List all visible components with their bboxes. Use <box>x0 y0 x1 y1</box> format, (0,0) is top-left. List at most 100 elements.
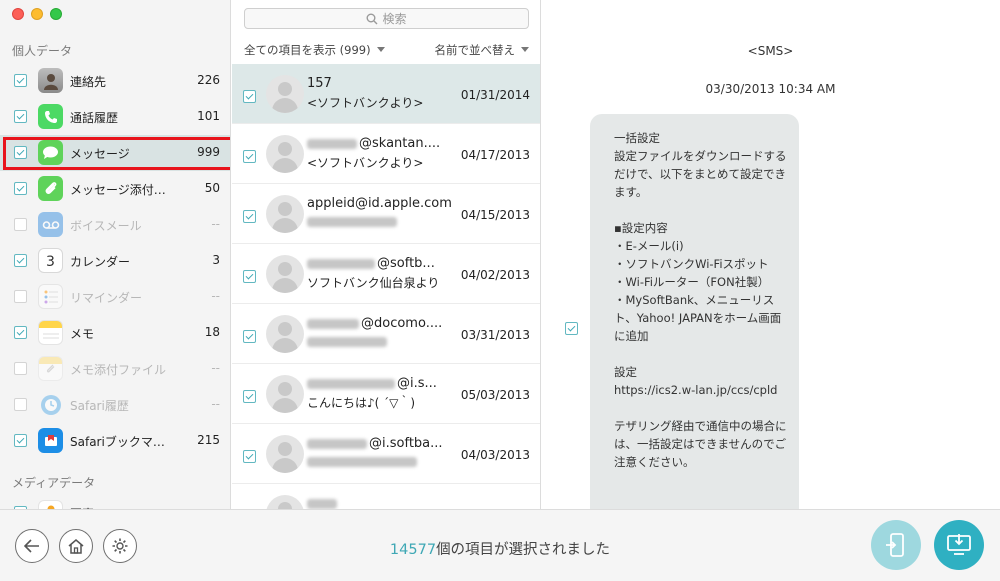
message-attachments-checkbox[interactable] <box>14 182 27 195</box>
message-sender: appleid@id.apple.com <box>307 196 452 211</box>
call-history-checkbox[interactable] <box>14 110 27 123</box>
close-window-button[interactable] <box>12 8 24 20</box>
message-attachment-icon <box>38 176 63 201</box>
sidebar-item-count: -- <box>211 289 220 303</box>
message-detail-pane: <SMS> 03/30/2013 10:34 AM 一括設定 設定ファイルをダウ… <box>541 0 1000 509</box>
message-date: 04/02/2013 <box>460 268 530 282</box>
message-preview: ソフトバンク仙台泉より <box>307 276 440 290</box>
sidebar-item-safari-history[interactable]: Safari履歴 -- <box>0 387 230 423</box>
message-type-label: <SMS> <box>747 44 794 58</box>
sidebar-item-label: メモ <box>70 327 95 341</box>
avatar <box>266 195 304 233</box>
message-checkbox[interactable] <box>243 90 256 103</box>
search-placeholder: 検索 <box>382 12 407 26</box>
phone-icon <box>38 104 63 129</box>
list-item[interactable]: 157 <ソフトバンクより> 01/31/2014 <box>232 64 540 124</box>
sort-dropdown[interactable]: 名前で並べ替え <box>435 42 529 58</box>
message-checkbox[interactable] <box>243 210 256 223</box>
message-sender-text: @skantan.... <box>359 136 441 151</box>
avatar <box>266 435 304 473</box>
selection-status: 14577個の項目が選択されました <box>0 538 1000 559</box>
zoom-window-button[interactable] <box>50 8 62 20</box>
sidebar-item-call-history[interactable]: 通話履歴 101 <box>0 99 230 135</box>
message-date: 05/03/2013 <box>460 388 530 402</box>
sidebar-item-photos[interactable]: 写真 <box>0 495 230 509</box>
avatar <box>266 255 304 293</box>
transfer-to-device-button[interactable] <box>871 520 921 570</box>
search-input[interactable]: 検索 <box>244 8 529 29</box>
message-checkbox[interactable] <box>243 390 256 403</box>
messages-icon <box>38 140 63 165</box>
sidebar-item-count: 226 <box>197 73 220 87</box>
message-checkbox[interactable] <box>243 450 256 463</box>
messages-checkbox[interactable] <box>14 146 27 159</box>
calendar-checkbox[interactable] <box>14 254 27 267</box>
reminders-checkbox[interactable] <box>14 290 27 303</box>
sidebar-item-count: 3 <box>212 253 220 267</box>
sidebar-item-reminders[interactable]: リマインダー -- <box>0 279 230 315</box>
message-checkbox[interactable] <box>243 270 256 283</box>
safari-bookmarks-checkbox[interactable] <box>14 434 27 447</box>
search-icon <box>366 13 378 24</box>
message-date: 01/31/2014 <box>460 88 530 102</box>
message-body: 一括設定 設定ファイルをダウンロードするだけで、以下をまとめて設定できます。 ▪… <box>614 131 787 469</box>
list-item[interactable]: appleid@id.apple.com 04/15/2013 <box>232 184 540 244</box>
notes-icon <box>38 320 63 345</box>
sidebar-item-messages[interactable]: メッセージ 999 <box>0 135 230 171</box>
contacts-checkbox[interactable] <box>14 74 27 87</box>
voicemail-checkbox[interactable] <box>14 218 27 231</box>
redacted-text <box>307 336 387 347</box>
message-preview: <ソフトバンクより> <box>307 96 424 110</box>
sidebar-item-notes[interactable]: メモ 18 <box>0 315 230 351</box>
sidebar-item-label: Safari履歴 <box>70 399 129 413</box>
message-sender-text: @softb... <box>377 256 435 271</box>
message-sender: @i.s... <box>307 376 437 391</box>
redacted-text <box>307 456 417 467</box>
avatar <box>266 135 304 173</box>
notes-checkbox[interactable] <box>14 326 27 339</box>
list-item[interactable] <box>232 484 540 509</box>
redacted-text <box>307 258 375 269</box>
list-item[interactable]: @docomo.... 03/31/2013 <box>232 304 540 364</box>
list-item[interactable]: @softb... ソフトバンク仙台泉より 04/02/2013 <box>232 244 540 304</box>
personal-data-heading: 個人データ <box>12 44 73 58</box>
message-date: 03/31/2013 <box>460 328 530 342</box>
message-sender-text: @i.softba... <box>369 436 443 451</box>
sidebar-item-count: 999 <box>197 145 220 159</box>
sidebar-item-voicemail[interactable]: ボイスメール -- <box>0 207 230 243</box>
sidebar-item-label: メッセージ添付… <box>70 183 166 197</box>
show-all-label: 全ての項目を表示 (999) <box>244 43 371 57</box>
message-bubble: 一括設定 設定ファイルをダウンロードするだけで、以下をまとめて設定できます。 ▪… <box>590 114 799 509</box>
message-bubble-checkbox[interactable] <box>565 322 578 335</box>
list-item[interactable]: @i.s... こんにちは♪( ´▽｀) 05/03/2013 <box>232 364 540 424</box>
message-sender: @skantan.... <box>307 136 440 151</box>
sidebar-item-label: メッセージ <box>70 147 130 161</box>
minimize-window-button[interactable] <box>31 8 43 20</box>
photos-icon <box>38 500 63 509</box>
message-sender: 157 <box>307 76 332 91</box>
show-all-dropdown[interactable]: 全ての項目を表示 (999) <box>244 42 385 58</box>
sidebar-item-label: ボイスメール <box>70 219 142 233</box>
sidebar-item-label: 連絡先 <box>70 75 107 89</box>
sidebar-item-safari-bookmarks[interactable]: Safariブックマ… 215 <box>0 423 230 459</box>
sidebar-item-notes-attachments[interactable]: メモ添付ファイル -- <box>0 351 230 387</box>
sidebar-item-calendar[interactable]: 3 カレンダー 3 <box>0 243 230 279</box>
sidebar-item-message-attachments[interactable]: メッセージ添付… 50 <box>0 171 230 207</box>
list-item[interactable]: @skantan.... <ソフトバンクより> 04/17/2013 <box>232 124 540 184</box>
avatar <box>266 75 304 113</box>
list-item[interactable]: @i.softba... 04/03/2013 <box>232 424 540 484</box>
reminders-icon <box>38 284 63 309</box>
sidebar-item-count: -- <box>211 397 220 411</box>
message-checkbox[interactable] <box>243 150 256 163</box>
message-sender: @softb... <box>307 256 435 271</box>
sidebar-item-count: 215 <box>197 433 220 447</box>
notes-attachments-checkbox[interactable] <box>14 362 27 375</box>
message-checkbox[interactable] <box>243 330 256 343</box>
message-sender: @docomo.... <box>307 316 442 331</box>
safari-history-checkbox[interactable] <box>14 398 27 411</box>
transfer-to-computer-button[interactable] <box>934 520 984 570</box>
redacted-text <box>307 498 337 509</box>
message-preview <box>307 454 419 468</box>
sidebar-item-contacts[interactable]: 連絡先 226 <box>0 63 230 99</box>
footer-bar: 14577個の項目が選択されました <box>0 509 1000 581</box>
